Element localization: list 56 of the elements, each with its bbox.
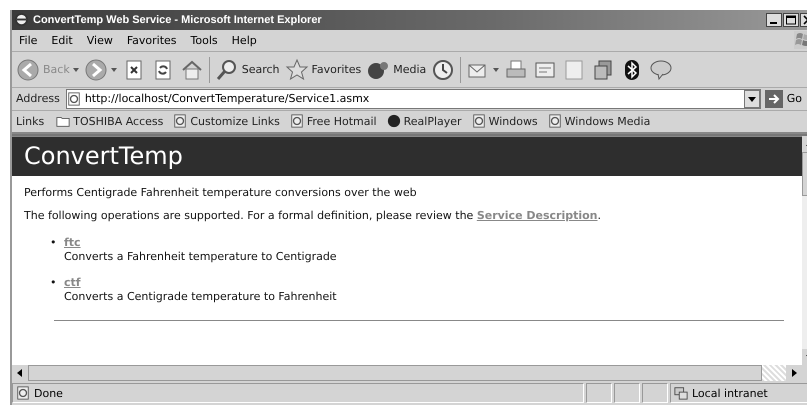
window-title: ConvertTemp Web Service - Microsoft Internet Explorer [33, 14, 323, 26]
page-icon [548, 114, 562, 128]
service-description-link[interactable]: Service Description [476, 209, 598, 222]
caret-icon [493, 68, 500, 72]
address-label: Address [15, 92, 61, 106]
menu-item[interactable]: Tools [184, 34, 225, 47]
clock-icon [431, 58, 456, 82]
page-icon [472, 114, 486, 128]
chat-button[interactable] [649, 58, 674, 82]
browser-icon [14, 12, 29, 28]
operation-description: Converts a Fahrenheit temperature to Centigrade [64, 250, 337, 264]
page-heading: ConvertTemp [24, 142, 183, 170]
operation-link[interactable]: ctf [64, 276, 81, 290]
link-button[interactable]: Windows [472, 114, 538, 128]
menu-item[interactable]: Favorites [120, 34, 184, 47]
link-button[interactable]: TOSHIBA Access [56, 114, 164, 128]
caret-icon [110, 68, 117, 72]
forward-button[interactable] [84, 58, 117, 82]
media-button[interactable]: Media [366, 58, 426, 82]
history-button[interactable] [431, 58, 456, 82]
links-label: Links [15, 114, 46, 128]
favorites-button[interactable]: Favorites [284, 58, 362, 82]
link-button[interactable]: Free Hotmail [290, 114, 377, 128]
page-icon [290, 114, 304, 128]
network-icon [674, 386, 688, 400]
speech-bubble-icon [649, 58, 674, 82]
page-icon [173, 114, 188, 128]
link-button[interactable]: Customize Links [173, 114, 280, 128]
menu-item[interactable]: Help [224, 34, 264, 47]
scroll-right-icon[interactable] [786, 364, 802, 381]
operations-intro: The following operations are supported. For a formal definition, please review the Service Description. [24, 209, 602, 222]
link-button[interactable]: RealPlayer [386, 114, 462, 128]
status-text: Done [34, 386, 63, 400]
caret-icon [72, 68, 79, 72]
link-button[interactable]: Windows Media [548, 114, 650, 128]
circle-icon [386, 114, 401, 128]
bullet: • [50, 276, 56, 290]
menu-item[interactable]: File [12, 34, 44, 47]
security-zone: Local intranet [692, 386, 768, 400]
operation-description: Converts a Centigrade temperature to Fahrenheit [64, 290, 337, 304]
minimize-icon[interactable] [766, 12, 782, 27]
bullet: • [50, 236, 56, 250]
search-icon [214, 58, 239, 82]
search-button[interactable]: Search [214, 58, 280, 82]
page-icon [66, 92, 81, 106]
menu-item[interactable]: View [80, 34, 120, 47]
scroll-left-icon[interactable] [12, 364, 28, 381]
operation-link[interactable]: ftc [64, 236, 81, 250]
service-description: Performs Centigrade Fahrenheit temperature conversions over the web [24, 186, 418, 200]
address-field[interactable]: http://localhost/ConvertTemperature/Service1.asmx [66, 88, 761, 109]
folder-icon [56, 114, 70, 128]
menu-item[interactable]: Edit [44, 34, 80, 47]
page-icon [16, 386, 30, 400]
go-button[interactable]: Go [764, 90, 807, 108]
star-icon [284, 58, 309, 82]
dropdown-icon[interactable] [744, 90, 760, 108]
